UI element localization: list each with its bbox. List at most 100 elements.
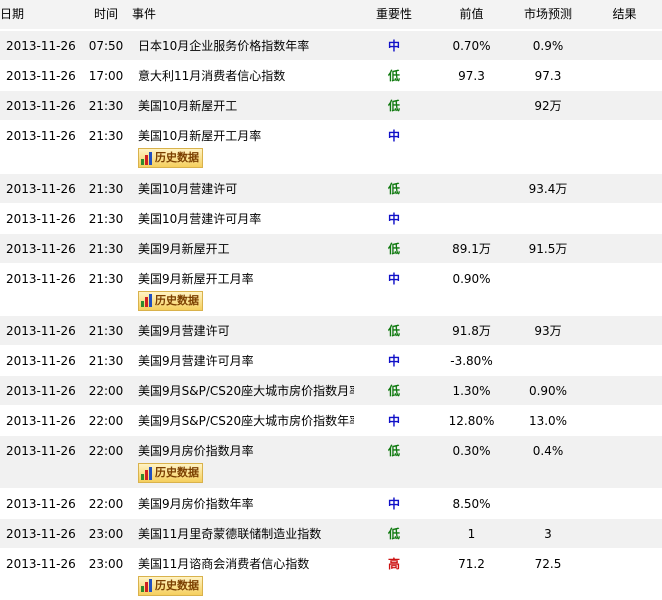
row-event: 美国10月新屋开工 [132, 91, 354, 120]
row-event: 美国10月新屋开工月率历史数据 [132, 121, 354, 173]
row-event: 美国9月S&P/CS20座大城市房价指数年率 [132, 406, 354, 435]
table-row: 2013-11-2621:30美国10月新屋开工低92万 [0, 90, 662, 120]
row-date: 2013-11-26 [0, 91, 80, 120]
event-name: 美国9月新屋开工 [138, 241, 354, 257]
row-time: 22:00 [80, 406, 132, 435]
row-forecast: 13.0% [509, 406, 587, 435]
event-name: 美国9月S&P/CS20座大城市房价指数月率 [138, 383, 354, 399]
row-result [587, 519, 662, 548]
table-row: 2013-11-2622:00美国9月S&P/CS20座大城市房价指数月率低1.… [0, 375, 662, 405]
row-forecast: 93万 [509, 316, 587, 345]
row-previous [434, 91, 509, 120]
row-date: 2013-11-26 [0, 376, 80, 405]
row-date: 2013-11-26 [0, 519, 80, 548]
row-previous: 1 [434, 519, 509, 548]
row-forecast [509, 489, 587, 518]
importance-badge: 中 [354, 346, 434, 375]
event-name: 美国9月房价指数月率 [138, 443, 354, 459]
row-forecast: 91.5万 [509, 234, 587, 263]
header-forecast: 市场预测 [509, 0, 587, 29]
history-data-label: 历史数据 [155, 150, 199, 166]
event-name: 美国9月S&P/CS20座大城市房价指数年率 [138, 413, 354, 429]
row-forecast: 0.4% [509, 436, 587, 488]
importance-badge: 中 [354, 406, 434, 435]
row-previous [434, 174, 509, 203]
header-importance: 重要性 [354, 0, 434, 29]
row-previous: 97.3 [434, 61, 509, 90]
row-result [587, 174, 662, 203]
row-time: 21:30 [80, 316, 132, 345]
row-date: 2013-11-26 [0, 204, 80, 233]
header-result: 结果 [587, 0, 662, 29]
row-event: 日本10月企业服务价格指数年率 [132, 31, 354, 60]
table-row: 2013-11-2621:30美国10月营建许可月率中 [0, 203, 662, 233]
row-time: 17:00 [80, 61, 132, 90]
row-date: 2013-11-26 [0, 174, 80, 203]
importance-badge: 高 [354, 549, 434, 600]
row-time: 21:30 [80, 204, 132, 233]
row-forecast: 72.5 [509, 549, 587, 600]
importance-badge: 低 [354, 376, 434, 405]
row-forecast [509, 204, 587, 233]
row-time: 23:00 [80, 519, 132, 548]
row-event: 意大利11月消费者信心指数 [132, 61, 354, 90]
row-previous: -3.80% [434, 346, 509, 375]
event-name: 美国10月新屋开工 [138, 98, 354, 114]
history-data-label: 历史数据 [155, 293, 199, 309]
table-row: 2013-11-2622:00美国9月房价指数月率历史数据低0.30%0.4% [0, 435, 662, 488]
row-date: 2013-11-26 [0, 61, 80, 90]
row-event: 美国11月里奇蒙德联储制造业指数 [132, 519, 354, 548]
row-time: 21:30 [80, 234, 132, 263]
table-row: 2013-11-2622:00 美国9月S&P/CS20座大城市房价指数年率中12… [0, 405, 662, 435]
row-date: 2013-11-26 [0, 489, 80, 518]
row-previous [434, 121, 509, 173]
row-event: 美国9月营建许可月率 [132, 346, 354, 375]
row-result [587, 376, 662, 405]
row-date: 2013-11-26 [0, 316, 80, 345]
row-previous: 0.90% [434, 264, 509, 316]
row-date: 2013-11-26 [0, 406, 80, 435]
row-time: 23:00 [80, 549, 132, 600]
row-time: 22:00 [80, 436, 132, 488]
row-time: 07:50 [80, 31, 132, 60]
importance-badge: 中 [354, 489, 434, 518]
row-result [587, 316, 662, 345]
row-result [587, 31, 662, 60]
event-name: 日本10月企业服务价格指数年率 [138, 38, 354, 54]
row-date: 2013-11-26 [0, 121, 80, 173]
table-row: 2013-11-2621:30美国9月营建许可月率中-3.80% [0, 345, 662, 375]
row-event: 美国9月新屋开工 [132, 234, 354, 263]
row-result [587, 234, 662, 263]
table-header: 日期 时间 事件 重要性 前值 市场预测 结果 [0, 0, 662, 30]
row-result [587, 436, 662, 488]
economic-calendar-table: 日期 时间 事件 重要性 前值 市场预测 结果 2013-11-2607:50日… [0, 0, 662, 600]
header-event: 事件 [132, 0, 354, 29]
row-event: 美国10月营建许可 [132, 174, 354, 203]
row-previous: 89.1万 [434, 234, 509, 263]
row-time: 21:30 [80, 346, 132, 375]
row-event: 美国9月S&P/CS20座大城市房价指数月率 [132, 376, 354, 405]
history-data-button[interactable]: 历史数据 [138, 291, 203, 311]
importance-badge: 中 [354, 264, 434, 316]
row-result [587, 489, 662, 518]
history-data-button[interactable]: 历史数据 [138, 148, 203, 168]
row-previous: 12.80% [434, 406, 509, 435]
row-previous: 91.8万 [434, 316, 509, 345]
history-data-button[interactable]: 历史数据 [138, 576, 203, 596]
row-date: 2013-11-26 [0, 346, 80, 375]
event-name: 美国9月新屋开工月率 [138, 271, 354, 287]
row-date: 2013-11-26 [0, 436, 80, 488]
table-row: 2013-11-2623:00美国11月谘商会消费者信心指数历史数据高71.27… [0, 548, 662, 600]
history-data-button[interactable]: 历史数据 [138, 463, 203, 483]
importance-badge: 低 [354, 234, 434, 263]
table-row: 2013-11-2621:30美国9月新屋开工月率历史数据中0.90% [0, 263, 662, 316]
table-row: 2013-11-2621:30美国9月营建许可低91.8万93万 [0, 315, 662, 345]
row-event: 美国9月营建许可 [132, 316, 354, 345]
header-time: 时间 [80, 0, 132, 29]
row-result [587, 549, 662, 600]
row-previous: 71.2 [434, 549, 509, 600]
row-time: 21:30 [80, 121, 132, 173]
bar-chart-icon [141, 294, 153, 307]
row-date: 2013-11-26 [0, 549, 80, 600]
row-previous: 8.50% [434, 489, 509, 518]
